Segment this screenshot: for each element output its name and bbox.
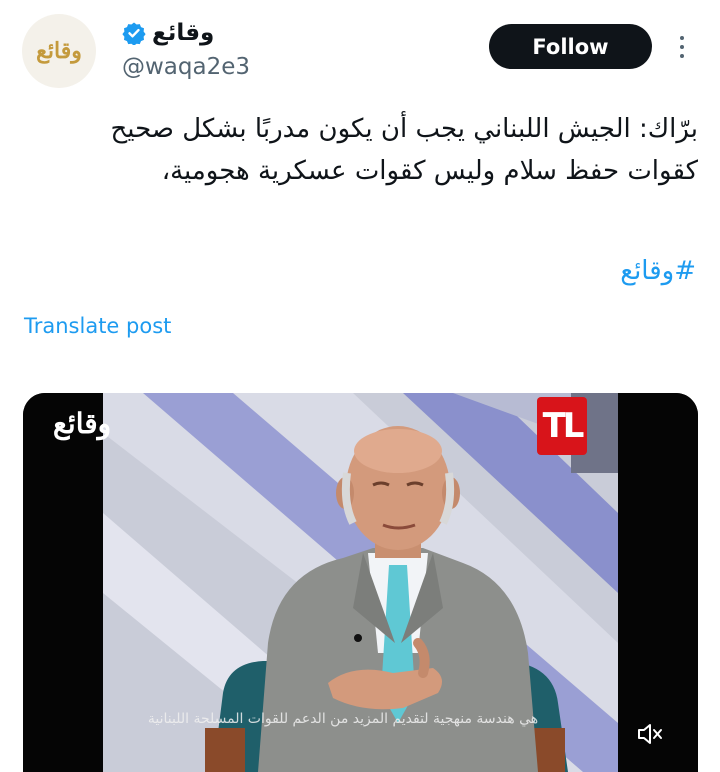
follow-button[interactable]: Follow [489, 24, 652, 69]
video-watermark: وقائع [53, 407, 112, 440]
author-name-row: وقائع [122, 16, 214, 50]
avatar-logo-text: وقائع [36, 38, 82, 64]
channel-logo: TL [537, 397, 587, 455]
speaker-muted-icon[interactable] [635, 719, 665, 749]
post-text-line: كقوات حفظ سلام وليس كقوات عسكرية هجومية، [161, 156, 698, 186]
video-player[interactable]: وقائع TL هي هندسة منهجية لتقديم المزيد م… [23, 393, 698, 772]
post-text-line: برّاك: الجيش اللبناني يجب أن يكون مدربًا… [110, 114, 698, 144]
video-subtitle: هي هندسة منهجية لتقديم المزيد من الدعم ل… [147, 711, 539, 727]
author-display-name[interactable]: وقائع [152, 20, 214, 46]
avatar[interactable]: وقائع [22, 14, 96, 88]
post-text: برّاك: الجيش اللبناني يجب أن يكون مدربًا… [22, 108, 698, 192]
translate-post-link[interactable]: Translate post [24, 314, 171, 338]
author-handle[interactable]: @waqa2e3 [122, 54, 250, 80]
verified-badge-icon [122, 22, 146, 45]
hashtag-link[interactable]: #وقائع [620, 256, 696, 286]
more-options-icon[interactable] [670, 30, 694, 64]
